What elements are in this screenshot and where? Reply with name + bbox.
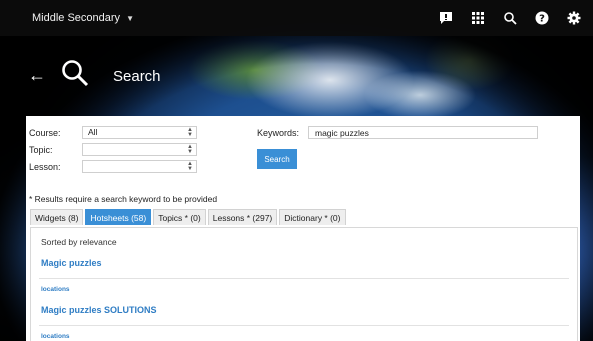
search-icon[interactable] xyxy=(503,11,517,25)
course-switcher-label: Middle Secondary xyxy=(32,12,121,24)
select-arrows-icon: ▲ ▼ xyxy=(187,144,193,155)
divider xyxy=(39,278,569,279)
topic-label: Topic: xyxy=(29,145,53,155)
search-header: ← Search xyxy=(0,36,593,116)
grid-icon[interactable] xyxy=(471,11,485,25)
course-switcher[interactable]: Middle Secondary ▼ xyxy=(32,12,134,24)
settings-icon[interactable] xyxy=(567,11,581,25)
top-icons: ? xyxy=(439,0,581,36)
caret-down-icon: ▼ xyxy=(126,13,134,23)
course-label: Course: xyxy=(29,128,61,138)
select-arrows-icon: ▲ ▼ xyxy=(187,161,193,172)
tab-dictionary[interactable]: Dictionary * (0) xyxy=(279,209,346,225)
result-title[interactable]: Magic puzzles SOLUTIONS xyxy=(41,305,157,315)
course-select[interactable]: All ▲ ▼ xyxy=(82,126,197,139)
page-title: Search xyxy=(113,68,161,85)
search-form: Course: All ▲ ▼ Topic: ▲ ▼ Lesson: ▲ ▼ Keyw… xyxy=(26,116,580,208)
lesson-label: Lesson: xyxy=(29,162,61,172)
results-panel: Sorted by relevance Magic puzzles locati… xyxy=(26,225,580,341)
result-tabs: Widgets (8) Hotsheets (58) Topics * (0) … xyxy=(26,208,580,225)
sort-label: Sorted by relevance xyxy=(41,237,117,247)
comment-icon[interactable] xyxy=(439,11,453,25)
result-category[interactable]: locations xyxy=(41,286,70,293)
topic-select[interactable]: ▲ ▼ xyxy=(82,143,197,156)
tab-topics[interactable]: Topics * (0) xyxy=(153,209,206,225)
search-button[interactable]: Search xyxy=(257,149,297,169)
tab-widgets[interactable]: Widgets (8) xyxy=(30,209,84,225)
back-arrow-icon[interactable]: ← xyxy=(28,66,46,84)
top-bar: Middle Secondary ▼ ? xyxy=(0,0,593,36)
result-category[interactable]: locations xyxy=(41,333,70,340)
svg-text:?: ? xyxy=(539,14,545,25)
search-icon xyxy=(62,60,89,87)
tab-hotsheets[interactable]: Hotsheets (58) xyxy=(85,209,152,225)
help-icon[interactable]: ? xyxy=(535,11,549,25)
keywords-label: Keywords: xyxy=(257,128,300,138)
divider xyxy=(39,325,569,326)
results-note: * Results require a search keyword to be… xyxy=(29,194,218,204)
result-title[interactable]: Magic puzzles xyxy=(41,258,102,268)
keywords-input[interactable] xyxy=(308,126,538,139)
results-list: Sorted by relevance Magic puzzles locati… xyxy=(30,227,578,341)
tab-lessons[interactable]: Lessons * (297) xyxy=(207,209,278,225)
course-select-value: All xyxy=(88,127,98,137)
select-arrows-icon: ▲ ▼ xyxy=(187,127,193,138)
lesson-select[interactable]: ▲ ▼ xyxy=(82,160,197,173)
